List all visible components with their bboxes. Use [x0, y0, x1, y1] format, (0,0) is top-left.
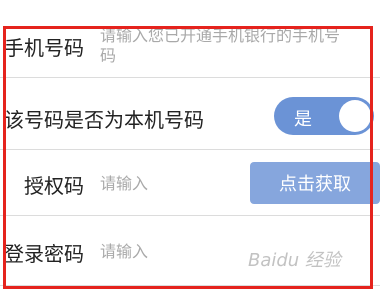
own-number-toggle[interactable]: 是: [274, 97, 374, 135]
phone-label: 手机号码: [4, 36, 84, 60]
toggle-knob: [339, 100, 371, 132]
phone-placeholder-line1: 请输入您已开通手机银行的手机号: [100, 26, 341, 45]
phone-row: 手机号码 请输入您已开通手机银行的手机号 码: [0, 0, 380, 78]
auth-code-input[interactable]: 请输入: [100, 174, 148, 194]
toggle-label: 是: [294, 109, 312, 130]
get-code-button[interactable]: 点击获取: [250, 162, 380, 204]
password-label: 登录密码: [4, 242, 84, 266]
phone-placeholder-line2: 码: [100, 46, 117, 65]
auth-code-label: 授权码: [24, 174, 84, 198]
password-input[interactable]: 请输入: [100, 242, 148, 262]
watermark: Baidu 经验: [248, 250, 341, 271]
own-number-label: 该号码是否为本机号码: [4, 108, 204, 132]
phone-input[interactable]: 请输入您已开通手机银行的手机号 码: [100, 26, 370, 66]
form-panel: 手机号码 请输入您已开通手机银行的手机号 码 该号码是否为本机号码 是 授权码 …: [0, 0, 380, 300]
